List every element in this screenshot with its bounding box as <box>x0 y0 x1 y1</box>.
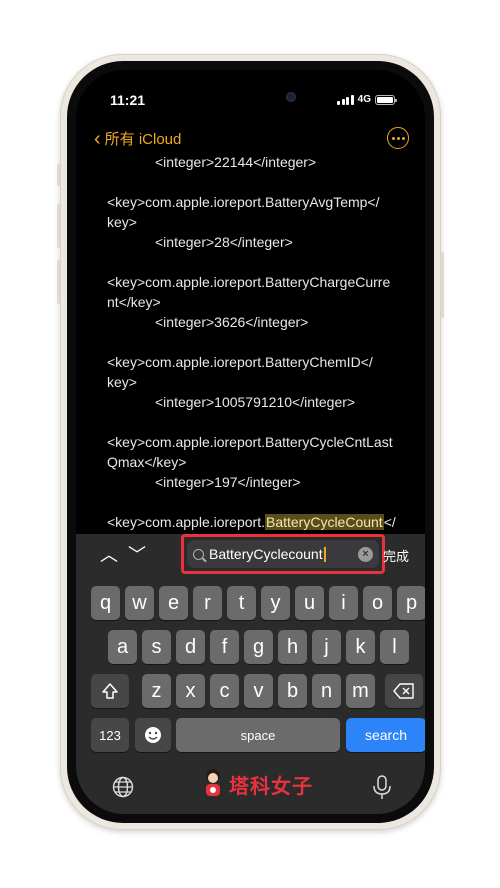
key-a[interactable]: a <box>108 630 137 664</box>
key-w[interactable]: w <box>125 586 154 620</box>
done-button[interactable]: 完成 <box>383 546 409 565</box>
key-x[interactable]: x <box>176 674 205 708</box>
key-u[interactable]: u <box>295 586 324 620</box>
avatar-icon <box>206 769 220 796</box>
status-icons: 4G <box>337 94 397 105</box>
find-input-value: BatteryCyclecount <box>209 545 323 562</box>
key-v[interactable]: v <box>244 674 273 708</box>
chevron-left-icon: ‹ <box>94 127 101 150</box>
note-line: <key>com.apple.ioreport.BatteryCycleCntL… <box>107 434 393 450</box>
note-blank-line <box>107 492 425 512</box>
note-line: <key>com.apple.ioreport.BatteryChargeCur… <box>107 274 391 290</box>
globe-icon[interactable] <box>112 776 134 798</box>
front-camera <box>286 92 296 102</box>
key-g[interactable]: g <box>244 630 273 664</box>
search-highlight-box: BatteryCyclecount × <box>181 534 385 574</box>
emoji-key[interactable] <box>135 718 171 752</box>
key-b[interactable]: b <box>278 674 307 708</box>
key-s[interactable]: s <box>142 630 171 664</box>
back-button-label: 所有 iCloud <box>104 131 182 148</box>
status-time: 11:21 <box>110 92 146 108</box>
shift-icon <box>102 683 118 699</box>
note-blank-line <box>107 252 425 272</box>
key-q[interactable]: q <box>91 586 120 620</box>
numbers-key[interactable]: 123 <box>91 718 129 752</box>
key-n[interactable]: n <box>312 674 341 708</box>
power-button <box>441 252 444 318</box>
clear-icon[interactable]: × <box>358 546 373 562</box>
key-m[interactable]: m <box>346 674 375 708</box>
search-match-highlight: BatteryCycleCount <box>264 514 384 530</box>
note-blank-line <box>107 172 425 192</box>
delete-key[interactable] <box>385 674 423 708</box>
find-next-button[interactable]: ﹀ <box>126 541 148 567</box>
key-c[interactable]: c <box>210 674 239 708</box>
mute-switch <box>57 164 60 186</box>
volume-up-button <box>57 204 60 248</box>
key-i[interactable]: i <box>329 586 358 620</box>
note-line: <integer>28</integer> <box>155 234 293 250</box>
note-line: <integer>22144</integer> <box>155 154 317 170</box>
key-o[interactable]: o <box>363 586 392 620</box>
space-key[interactable]: space <box>176 718 340 752</box>
watermark-logo: 塔科女子 <box>201 768 313 800</box>
key-y[interactable]: y <box>261 586 290 620</box>
note-line: <integer>1005791210</integer> <box>155 394 356 410</box>
key-k[interactable]: k <box>346 630 375 664</box>
find-bar: ︿ ﹀ BatteryCyclecount × 完成 <box>76 534 425 574</box>
note-text: </ <box>383 514 396 530</box>
note-line: key> <box>107 374 137 390</box>
note-line: <key>com.apple.ioreport.BatteryAvgTemp</ <box>107 194 380 210</box>
keyboard: ︿ ﹀ BatteryCyclecount × 完成 qwertyuiop as… <box>76 534 425 814</box>
note-blank-line <box>107 332 425 352</box>
search-key[interactable]: search <box>346 718 425 752</box>
key-f[interactable]: f <box>210 630 239 664</box>
shift-key[interactable] <box>91 674 129 708</box>
back-button[interactable]: ‹ 所有 iCloud <box>94 128 181 149</box>
key-l[interactable]: l <box>380 630 409 664</box>
key-p[interactable]: p <box>397 586 425 620</box>
key-z[interactable]: z <box>142 674 171 708</box>
phone-frame: 11:21 4G ‹ 所有 iCloud <integer>22144</int… <box>57 54 444 830</box>
backspace-icon <box>393 683 414 699</box>
emoji-icon <box>145 727 161 743</box>
note-line: nt</key> <box>107 294 161 310</box>
note-line: <key>com.apple.ioreport.BatteryCycleCoun… <box>107 512 425 532</box>
find-input[interactable]: BatteryCyclecount × <box>187 540 379 568</box>
signal-icon <box>337 94 354 105</box>
network-type: 4G <box>357 94 371 105</box>
battery-icon <box>375 94 397 105</box>
search-icon <box>193 548 204 560</box>
note-body[interactable]: <integer>22144</integer> <key>com.apple.i… <box>107 152 425 532</box>
note-line: Qmax</key> <box>107 454 187 470</box>
note-text: <key>com.apple.ioreport. <box>107 514 265 530</box>
key-j[interactable]: j <box>312 630 341 664</box>
key-e[interactable]: e <box>159 586 188 620</box>
note-line: <key>com.apple.ioreport.BatteryChemID</ <box>107 354 373 370</box>
note-blank-line <box>107 412 425 432</box>
note-line: key> <box>107 214 137 230</box>
text-caret <box>323 547 326 563</box>
keyboard-bottom-bar: 塔科女子 <box>76 766 425 814</box>
screen: 11:21 4G ‹ 所有 iCloud <integer>22144</int… <box>76 70 425 814</box>
watermark-text: 塔科女子 <box>229 775 313 798</box>
key-d[interactable]: d <box>176 630 205 664</box>
volume-down-button <box>57 260 60 304</box>
microphone-icon[interactable] <box>371 775 393 801</box>
more-options-button[interactable] <box>387 127 409 149</box>
key-t[interactable]: t <box>227 586 256 620</box>
note-line: <integer>197</integer> <box>155 474 301 490</box>
key-r[interactable]: r <box>193 586 222 620</box>
find-previous-button[interactable]: ︿ <box>98 541 120 567</box>
bezel: 11:21 4G ‹ 所有 iCloud <integer>22144</int… <box>67 61 434 823</box>
note-line: <integer>3626</integer> <box>155 314 309 330</box>
key-h[interactable]: h <box>278 630 307 664</box>
